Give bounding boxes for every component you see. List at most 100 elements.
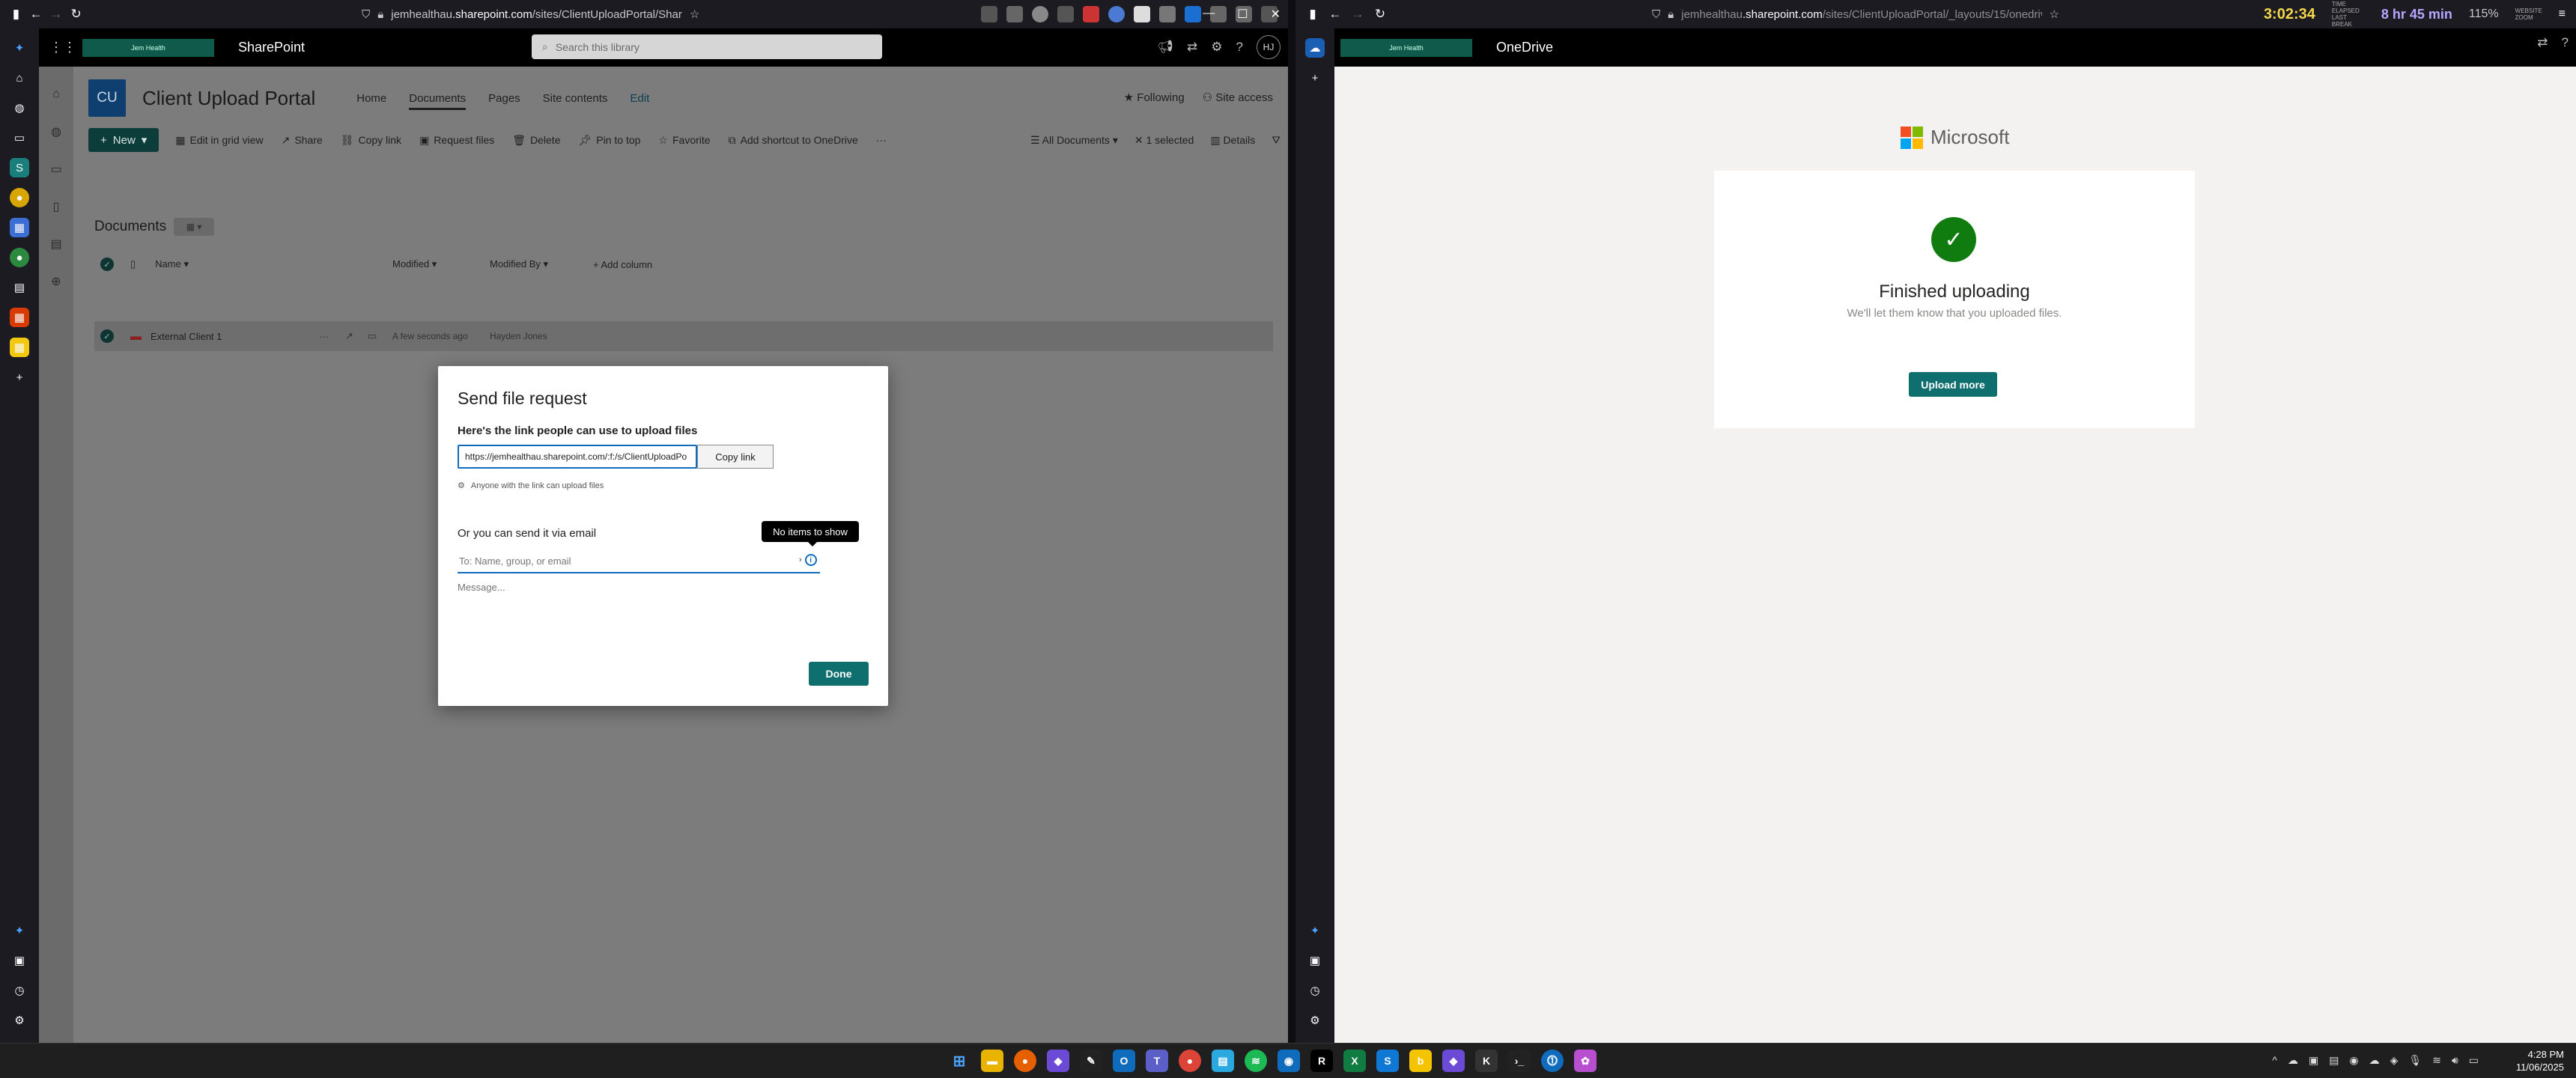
- help-icon[interactable]: ?: [1236, 40, 1243, 55]
- globe-icon[interactable]: ◍: [10, 98, 29, 118]
- url-bar[interactable]: ⛉ 🔒︎ jemhealthau.sharepoint.com/sites/Cl…: [356, 3, 804, 25]
- more-icon[interactable]: ···: [876, 134, 887, 146]
- sidebar-toggle-icon[interactable]: ▮: [1301, 3, 1324, 25]
- filter-icon[interactable]: ⛛: [1272, 134, 1281, 147]
- sharepoint-tab-icon[interactable]: S: [10, 158, 29, 177]
- home-icon[interactable]: ⌂: [10, 68, 29, 88]
- extension-icon[interactable]: [1032, 6, 1049, 22]
- app-icon[interactable]: ✎: [1080, 1050, 1102, 1072]
- done-button[interactable]: Done: [809, 662, 869, 686]
- help-icon[interactable]: ?: [2562, 35, 2569, 50]
- row-modified-by[interactable]: Hayden Jones: [490, 331, 547, 341]
- bookmark-star-icon[interactable]: ☆: [2050, 7, 2059, 21]
- site-title[interactable]: Client Upload Portal: [142, 87, 315, 110]
- library-icon[interactable]: ▣: [1305, 951, 1325, 970]
- spotify-icon[interactable]: ≋: [1245, 1050, 1267, 1072]
- tray-icon[interactable]: ☁: [2369, 1054, 2380, 1067]
- onedrive-tab-icon[interactable]: ☁: [1305, 38, 1325, 58]
- file-explorer-icon[interactable]: ▬: [981, 1050, 1003, 1072]
- clear-selection-button[interactable]: ✕ 1 selected: [1134, 134, 1194, 147]
- add-tab-icon[interactable]: +: [10, 368, 29, 387]
- nav-site-contents[interactable]: Site contents: [543, 92, 608, 105]
- avatar[interactable]: HJ: [1257, 35, 1281, 59]
- search-box[interactable]: ⌕ Search this library: [532, 34, 882, 59]
- lists-icon[interactable]: ▤: [48, 236, 64, 252]
- tray-icon[interactable]: ◈: [2390, 1054, 2399, 1067]
- row-more-icon[interactable]: ···: [319, 331, 329, 342]
- upload-more-button[interactable]: Upload more: [1909, 372, 1997, 397]
- org-logo[interactable]: Jem Health: [1340, 38, 1472, 57]
- excel-icon[interactable]: X: [1343, 1050, 1366, 1072]
- copy-link-button[interactable]: ⛓ Copy link: [341, 134, 401, 147]
- app-icon[interactable]: ◆: [1047, 1050, 1069, 1072]
- row-details-icon[interactable]: ▭: [368, 330, 377, 342]
- library-view-icon[interactable]: ▦ ▾: [174, 218, 215, 236]
- wifi-icon[interactable]: ≋: [2432, 1054, 2441, 1067]
- outlook-icon[interactable]: O: [1113, 1050, 1135, 1072]
- volume-icon[interactable]: 🔊︎: [2452, 1054, 2458, 1067]
- chevron-up-icon[interactable]: ^: [2272, 1054, 2277, 1067]
- forward-icon[interactable]: →: [46, 3, 67, 25]
- view-selector[interactable]: ☰ All Documents ▾: [1030, 134, 1118, 147]
- battery-icon[interactable]: ▭: [2469, 1054, 2479, 1067]
- tray-icon[interactable]: ◉: [2349, 1054, 2358, 1067]
- app-name[interactable]: OneDrive: [1496, 40, 1553, 55]
- share-icon[interactable]: ⇄: [1187, 40, 1197, 55]
- row-share-icon[interactable]: ↗: [345, 330, 353, 342]
- bookmark-star-icon[interactable]: ☆: [690, 7, 699, 21]
- history-icon[interactable]: ◷: [10, 981, 29, 1000]
- row-name[interactable]: External Client 1: [151, 331, 222, 342]
- maximize-icon[interactable]: ☐: [1237, 7, 1248, 22]
- nav-home[interactable]: Home: [356, 92, 386, 105]
- extension-badge-icon[interactable]: [1083, 6, 1100, 22]
- zoom-level[interactable]: 115%: [2469, 7, 2499, 21]
- back-icon[interactable]: ←: [26, 3, 46, 25]
- notes-icon[interactable]: ▤: [10, 278, 29, 297]
- app-name[interactable]: SharePoint: [238, 40, 305, 55]
- app-tab-icon[interactable]: ▦: [10, 218, 29, 237]
- microphone-icon[interactable]: 🎙︎: [2408, 1054, 2422, 1067]
- new-button[interactable]: + New ▾: [88, 128, 160, 152]
- app-icon[interactable]: ✿: [1574, 1050, 1597, 1072]
- column-modified[interactable]: Modified ▾: [392, 258, 437, 270]
- tray-icon[interactable]: ▤: [2329, 1054, 2339, 1067]
- pocket-icon[interactable]: [981, 6, 998, 22]
- app-tab-icon[interactable]: ●: [10, 248, 29, 267]
- ai-icon[interactable]: ✦: [10, 38, 29, 58]
- r-app-icon[interactable]: R: [1310, 1050, 1333, 1072]
- add-icon[interactable]: ⊕: [48, 273, 64, 290]
- url-bar[interactable]: ⛉ 🔒︎ jemhealthau.sharepoint.com/sites/Cl…: [1646, 3, 2065, 25]
- w-extension-icon[interactable]: [1134, 6, 1151, 22]
- info-icon[interactable]: i: [804, 554, 817, 566]
- terminal-icon[interactable]: ›_: [1508, 1050, 1531, 1072]
- app-icon[interactable]: K: [1475, 1050, 1498, 1072]
- gear-icon[interactable]: ⚙: [1305, 1011, 1325, 1030]
- chrome-icon[interactable]: ●: [1179, 1050, 1201, 1072]
- back-icon[interactable]: ←: [1324, 3, 1346, 25]
- share-button[interactable]: ↗ Share: [282, 134, 323, 147]
- edit-grid-button[interactable]: ▦ Edit in grid view: [175, 134, 263, 147]
- menu-icon[interactable]: ≡: [2559, 7, 2566, 21]
- nav-pages[interactable]: Pages: [488, 92, 520, 105]
- to-recipient-input[interactable]: [458, 549, 820, 573]
- library-icon[interactable]: ▣: [10, 951, 29, 970]
- pin-button[interactable]: 📌︎ Pin to top: [578, 134, 640, 147]
- app-icon[interactable]: ◆: [1442, 1050, 1465, 1072]
- folder-icon[interactable]: ▭: [10, 128, 29, 147]
- app-launcher-icon[interactable]: ⋮⋮: [49, 40, 76, 55]
- site-access-button[interactable]: ⚇ Site access: [1203, 91, 1273, 104]
- column-modified-by[interactable]: Modified By ▾: [490, 258, 548, 270]
- globe-icon[interactable]: ◍: [48, 124, 64, 140]
- request-files-button[interactable]: ▣ Request files: [419, 134, 494, 147]
- copy-link-button[interactable]: Copy link: [697, 445, 774, 469]
- delete-button[interactable]: 🗑︎ Delete: [512, 134, 560, 147]
- app-tab-icon[interactable]: ▦: [10, 338, 29, 357]
- teams-icon[interactable]: T: [1146, 1050, 1168, 1072]
- nav-documents[interactable]: Documents: [409, 92, 467, 110]
- extension-icon[interactable]: [1108, 6, 1126, 22]
- forward-icon[interactable]: →: [1346, 3, 1369, 25]
- office-tab-icon[interactable]: ▦: [10, 308, 29, 327]
- details-button[interactable]: ▥ Details: [1210, 134, 1255, 147]
- files-icon[interactable]: ▯: [48, 198, 64, 215]
- sidebar-toggle-icon[interactable]: ▮: [6, 3, 26, 25]
